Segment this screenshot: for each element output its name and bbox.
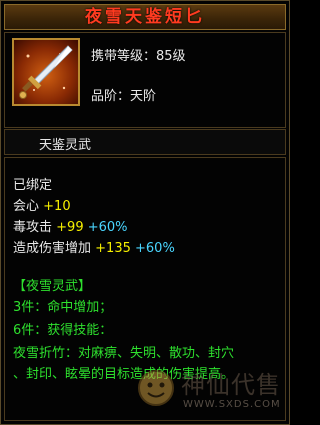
stat-label: 造成伤害增加	[13, 241, 92, 256]
set-header: 天鉴灵武	[4, 129, 286, 155]
item-icon-frame[interactable]	[12, 38, 80, 106]
stat-bonus: +60%	[87, 220, 128, 235]
set-bonus-3piece: 3件：命中增加；	[13, 300, 113, 315]
stat-poison: 毒攻击 +99 +60%	[13, 216, 128, 235]
stat-label: 毒攻击	[13, 220, 53, 235]
watermark-text: 神仙代售	[181, 371, 281, 399]
bound-status: 已绑定	[13, 178, 53, 193]
item-header: 携带等级：85级 品阶：天阶	[4, 32, 286, 128]
set-bonus-name: 【夜雪灵武】	[13, 279, 92, 294]
item-rank: 品阶：天阶	[91, 89, 157, 104]
stat-damage: 造成伤害增加 +135 +60%	[13, 237, 175, 256]
mascot-logo-icon	[138, 370, 174, 406]
watermark-url: WWW.SXDS.COM	[183, 399, 281, 410]
dagger-icon	[19, 45, 73, 99]
set-name: 天鉴灵武	[39, 138, 92, 153]
stat-value: +135	[95, 241, 131, 256]
watermark: 神仙代售 WWW.SXDS.COM	[133, 363, 283, 419]
stat-bonus: +60%	[135, 241, 175, 256]
title-bar: 夜雪天鉴短匕	[4, 4, 286, 30]
stat-value: +10	[43, 199, 71, 214]
carry-level: 携带等级：85级	[91, 49, 186, 64]
stat-label: 会心	[13, 199, 40, 214]
item-title: 夜雪天鉴短匕	[85, 7, 205, 27]
skill-description-1: 夜雪折竹：对麻痹、失明、散功、封穴	[13, 346, 235, 361]
item-tooltip: 夜雪天鉴短匕 携带等级：85级 品阶：天阶 天鉴灵武 已绑定 会心 +10 毒攻…	[0, 0, 290, 425]
set-bonus-6piece: 6件：获得技能：	[13, 323, 113, 338]
stat-value: +99	[56, 220, 84, 235]
stat-crit: 会心 +10	[13, 195, 71, 214]
